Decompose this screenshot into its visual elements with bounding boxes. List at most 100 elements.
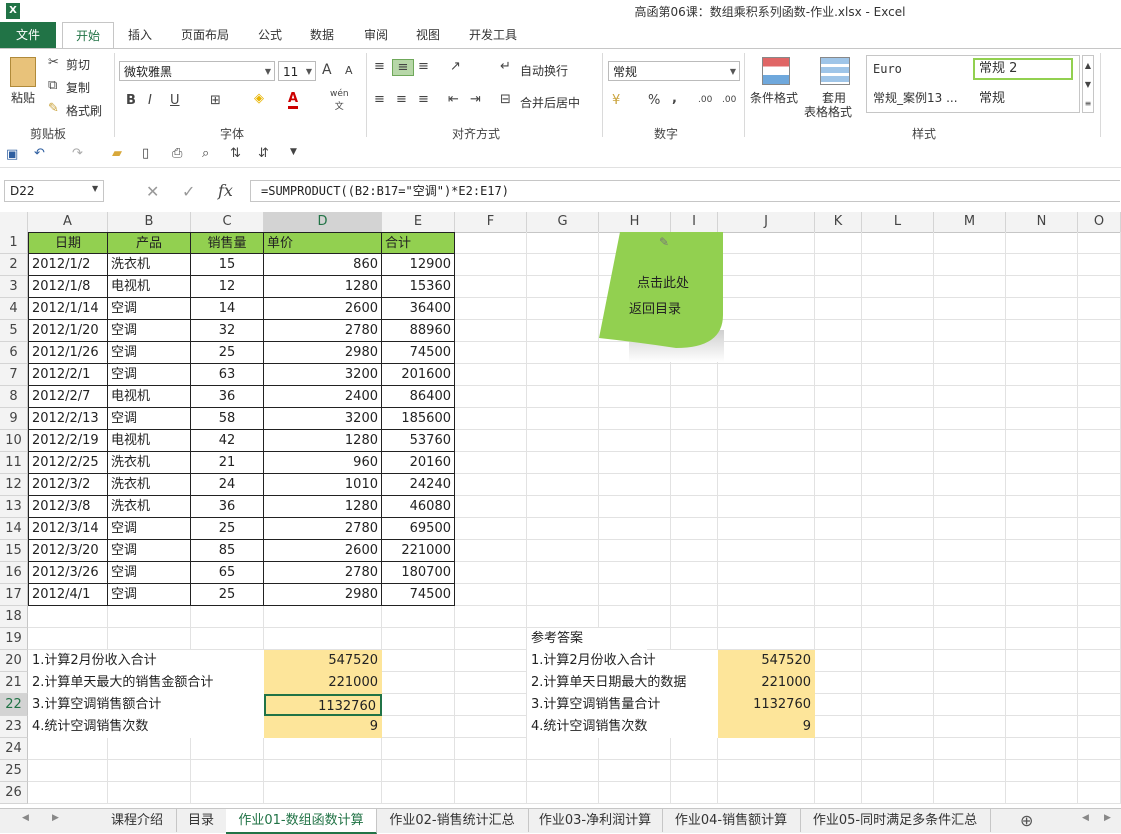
row-header-2[interactable]: 2 bbox=[0, 254, 28, 276]
table-cell[interactable]: 63 bbox=[191, 364, 264, 386]
grid-cell[interactable] bbox=[382, 694, 455, 716]
grid-cell[interactable] bbox=[862, 452, 934, 474]
question-label[interactable]: 1.计算2月份收入合计 bbox=[28, 650, 264, 672]
grid-cell[interactable] bbox=[1006, 408, 1078, 430]
decrease-indent-icon[interactable]: ⇤ bbox=[448, 92, 459, 107]
merge-center-button[interactable]: 合并后居中 bbox=[520, 94, 580, 111]
grid-cell[interactable] bbox=[599, 518, 671, 540]
grid-cell[interactable] bbox=[718, 254, 815, 276]
grid-cell[interactable] bbox=[718, 430, 815, 452]
grid-cell[interactable] bbox=[527, 430, 599, 452]
table-cell[interactable]: 2012/1/14 bbox=[28, 298, 108, 320]
grid-cell[interactable] bbox=[527, 496, 599, 518]
style-normal[interactable]: 常规 bbox=[979, 87, 1005, 106]
grid-cell[interactable] bbox=[455, 628, 527, 650]
table-cell[interactable]: 88960 bbox=[382, 320, 455, 342]
grid-cell[interactable] bbox=[1078, 782, 1121, 804]
decrease-decimal-button[interactable]: .00 bbox=[722, 95, 736, 105]
table-cell[interactable]: 20160 bbox=[382, 452, 455, 474]
grid-cell[interactable] bbox=[718, 386, 815, 408]
grid-cell[interactable] bbox=[108, 760, 191, 782]
table-cell[interactable]: 21 bbox=[191, 452, 264, 474]
grid-cell[interactable] bbox=[527, 562, 599, 584]
row-header-16[interactable]: 16 bbox=[0, 562, 28, 584]
grid-cell[interactable] bbox=[934, 364, 1006, 386]
number-format-select[interactable]: 常规 ▼ bbox=[608, 61, 740, 81]
grid-cell[interactable] bbox=[28, 738, 108, 760]
table-cell[interactable]: 空调 bbox=[108, 408, 191, 430]
table-cell[interactable]: 25 bbox=[191, 518, 264, 540]
table-cell[interactable]: 2980 bbox=[264, 342, 382, 364]
grid-cell[interactable] bbox=[718, 628, 815, 650]
note-line-1[interactable]: 点击此处 bbox=[637, 272, 689, 291]
question-label[interactable]: 2.计算单天最大的销售金额合计 bbox=[28, 672, 264, 694]
table-cell[interactable]: 洗衣机 bbox=[108, 496, 191, 518]
grid-cell[interactable] bbox=[527, 584, 599, 606]
grid-cell[interactable] bbox=[455, 364, 527, 386]
align-left-icon[interactable]: ≡ bbox=[374, 92, 385, 107]
name-box-chevron-down-icon[interactable]: ▼ bbox=[92, 184, 98, 193]
phonetic-button[interactable]: wén 文 bbox=[330, 89, 349, 112]
table-cell[interactable]: 2012/2/7 bbox=[28, 386, 108, 408]
grid-cell[interactable] bbox=[671, 606, 718, 628]
table-cell[interactable]: 36 bbox=[191, 386, 264, 408]
grid-cell[interactable] bbox=[527, 518, 599, 540]
table-cell[interactable]: 2600 bbox=[264, 298, 382, 320]
fill-color-icon[interactable]: ◈ bbox=[254, 91, 264, 106]
grid-cell[interactable] bbox=[382, 628, 455, 650]
undo-icon[interactable]: ↶ bbox=[34, 146, 45, 161]
paste-icon[interactable] bbox=[10, 57, 36, 87]
column-header-i[interactable]: I bbox=[671, 212, 718, 232]
grid-cell[interactable] bbox=[527, 298, 599, 320]
grid-cell[interactable] bbox=[862, 298, 934, 320]
grow-font-button[interactable]: A bbox=[322, 62, 332, 78]
grid-cell[interactable] bbox=[1006, 782, 1078, 804]
grid-cell[interactable] bbox=[455, 342, 527, 364]
table-cell[interactable]: 2012/2/13 bbox=[28, 408, 108, 430]
enter-icon[interactable]: ✓ bbox=[182, 182, 195, 201]
grid-cell[interactable] bbox=[815, 430, 862, 452]
table-cell[interactable]: 空调 bbox=[108, 540, 191, 562]
grid-cell[interactable] bbox=[455, 738, 527, 760]
bold-button[interactable]: B bbox=[126, 93, 136, 108]
table-cell[interactable]: 空调 bbox=[108, 518, 191, 540]
grid-cell[interactable] bbox=[815, 694, 862, 716]
grid-cell[interactable] bbox=[108, 738, 191, 760]
grid-cell[interactable] bbox=[1006, 562, 1078, 584]
grid-cell[interactable] bbox=[1006, 518, 1078, 540]
tab-review[interactable]: 审阅 bbox=[356, 22, 396, 48]
grid-cell[interactable] bbox=[1078, 606, 1121, 628]
table-cell[interactable]: 2980 bbox=[264, 584, 382, 606]
table-cell[interactable]: 12 bbox=[191, 276, 264, 298]
table-cell[interactable]: 2780 bbox=[264, 562, 382, 584]
table-cell[interactable]: 46080 bbox=[382, 496, 455, 518]
table-cell[interactable]: 2012/4/1 bbox=[28, 584, 108, 606]
grid-cell[interactable] bbox=[718, 342, 815, 364]
sheet-tab[interactable]: 作业05-同时满足多条件汇总 bbox=[800, 809, 991, 832]
grid-cell[interactable] bbox=[815, 320, 862, 342]
grid-cell[interactable] bbox=[862, 364, 934, 386]
grid-cell[interactable] bbox=[1006, 430, 1078, 452]
grid-cell[interactable] bbox=[527, 276, 599, 298]
grid-cell[interactable] bbox=[382, 738, 455, 760]
grid-cell[interactable] bbox=[527, 408, 599, 430]
insert-function-icon[interactable]: fx bbox=[218, 181, 233, 200]
border-icon[interactable]: ⊞ bbox=[210, 93, 221, 108]
grid-cell[interactable] bbox=[1006, 650, 1078, 672]
table-cell[interactable]: 2012/1/26 bbox=[28, 342, 108, 364]
prev-sheet-icon[interactable]: ◀ bbox=[22, 813, 29, 823]
grid-cell[interactable] bbox=[671, 452, 718, 474]
grid-cell[interactable] bbox=[455, 232, 527, 254]
grid-cell[interactable] bbox=[108, 782, 191, 804]
sheet-tab[interactable]: 作业03-净利润计算 bbox=[528, 809, 663, 832]
grid-cell[interactable] bbox=[455, 606, 527, 628]
row-header-6[interactable]: 6 bbox=[0, 342, 28, 364]
question-answer-cell[interactable]: 221000 bbox=[264, 672, 382, 694]
grid-cell[interactable] bbox=[1006, 628, 1078, 650]
grid-cell[interactable] bbox=[718, 606, 815, 628]
grid-cell[interactable] bbox=[934, 298, 1006, 320]
table-cell[interactable]: 2012/2/19 bbox=[28, 430, 108, 452]
grid-cell[interactable] bbox=[455, 452, 527, 474]
table-cell[interactable]: 24 bbox=[191, 474, 264, 496]
grid-cell[interactable] bbox=[862, 496, 934, 518]
